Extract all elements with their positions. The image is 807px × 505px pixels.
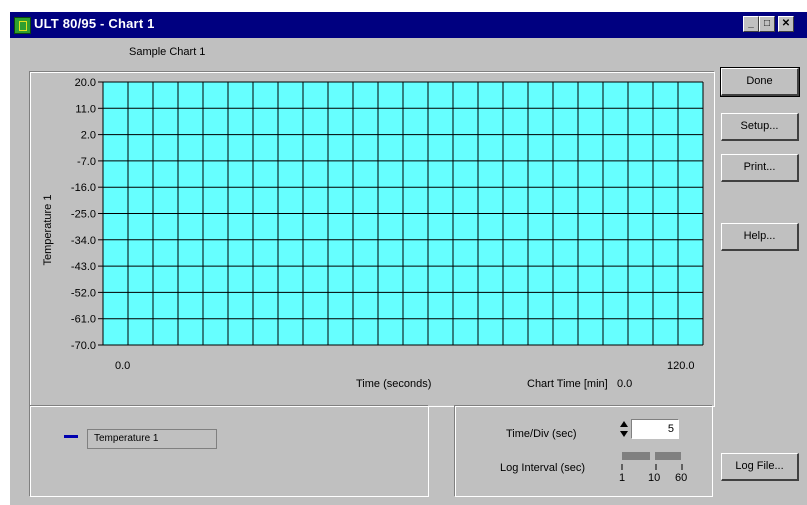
y-tick-label: -7.0 xyxy=(77,156,96,168)
log-interval-tick-60: 60 xyxy=(675,472,688,484)
y-tick-label: 11.0 xyxy=(75,103,96,115)
time-div-spinner[interactable] xyxy=(619,419,629,439)
x-axis-label: Time (seconds) xyxy=(356,378,432,390)
log-file-button[interactable]: Log File... xyxy=(721,453,799,481)
log-interval-tick-10: 10 xyxy=(648,472,661,484)
chart-time-value: 0.0 xyxy=(617,378,633,390)
legend-swatch xyxy=(64,435,78,438)
y-tick-label: -52.0 xyxy=(71,287,96,299)
chart-time-label: Chart Time [min] xyxy=(527,378,608,390)
setup-button[interactable]: Setup... xyxy=(721,113,799,141)
time-div-label: Time/Div (sec) xyxy=(506,428,577,440)
log-interval-slider[interactable] xyxy=(622,452,650,460)
x-start-label: 0.0 xyxy=(115,360,131,372)
y-tick-label: -25.0 xyxy=(71,209,96,221)
log-interval-label: Log Interval (sec) xyxy=(500,462,585,474)
y-tick-label: -16.0 xyxy=(71,182,96,194)
y-tick-label: 2.0 xyxy=(81,130,96,142)
y-tick-label: 20.0 xyxy=(75,77,96,89)
help-button[interactable]: Help... xyxy=(721,223,799,251)
y-tick-label: -70.0 xyxy=(71,340,96,352)
y-tick-label: -61.0 xyxy=(71,314,96,326)
print-button[interactable]: Print... xyxy=(721,154,799,182)
legend-item[interactable]: Temperature 1 xyxy=(87,429,217,449)
log-interval-tick-1: 1 xyxy=(619,472,626,484)
done-button[interactable]: Done xyxy=(720,67,800,97)
legend-panel xyxy=(29,405,429,497)
time-div-input[interactable]: 5 xyxy=(631,419,679,439)
chart-window: ULT 80/95 - Chart 1 _ □ ✕ Sample Chart 1… xyxy=(10,12,807,505)
log-interval-slider-right[interactable] xyxy=(655,452,681,460)
y-tick-label: -34.0 xyxy=(71,235,96,247)
y-tick-label: -43.0 xyxy=(71,261,96,273)
x-end-label: 120.0 xyxy=(667,360,695,372)
